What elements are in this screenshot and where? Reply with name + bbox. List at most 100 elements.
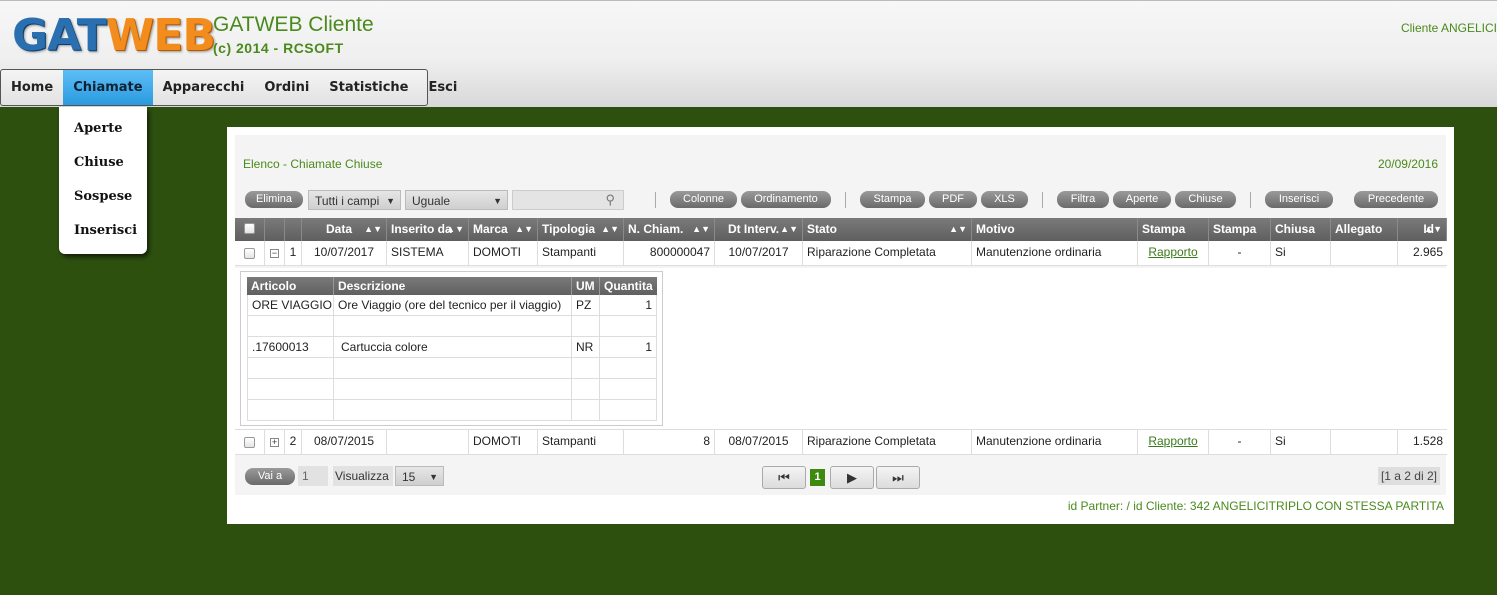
filtra-button[interactable]: Filtra: [1057, 191, 1109, 208]
panel-date: 20/09/2016: [1377, 157, 1438, 171]
precedente-button[interactable]: Precedente: [1354, 191, 1438, 208]
header-stato-label: Stato: [807, 222, 837, 236]
vai-a-button[interactable]: Vai a: [245, 468, 295, 485]
page-input[interactable]: 1: [298, 466, 328, 486]
first-page-button[interactable]: ⏮: [762, 466, 806, 489]
cell-um: [572, 316, 600, 337]
chiamate-dropdown: Aperte Chiuse Sospese Inserisci: [59, 107, 147, 254]
last-page-icon: ⏭: [892, 470, 904, 485]
xls-button[interactable]: XLS: [981, 191, 1028, 208]
header-stampa-1-label: Stampa: [1142, 222, 1186, 236]
header-stampa-1[interactable]: Stampa: [1138, 218, 1209, 241]
aperte-button[interactable]: Aperte: [1113, 191, 1171, 208]
rapporto-link[interactable]: Rapporto: [1148, 245, 1197, 259]
toolbar-divider: [655, 192, 656, 208]
header-n-chiam[interactable]: N. Chiam. ▲▼: [624, 218, 715, 241]
cell-dt-interv: 08/07/2015: [715, 430, 803, 455]
sort-icon: ▲▼: [446, 224, 464, 234]
search-input[interactable]: ⚲: [512, 190, 624, 210]
cell-articolo: [247, 316, 334, 337]
header-n-chiam-label: N. Chiam.: [628, 222, 684, 236]
field-select-value: Tutti i campi: [315, 194, 380, 208]
cell-tipologia: Stampanti: [538, 241, 624, 266]
cell-um: [572, 400, 600, 421]
header-chiusa[interactable]: Chiusa: [1271, 218, 1331, 241]
main-menu: Home Chiamate Apparecchi Ordini Statisti…: [0, 69, 457, 106]
sort-icon: ▲▼: [692, 224, 710, 234]
menu-chiamate[interactable]: Chiamate: [63, 70, 153, 105]
cell-stampa-2: -: [1209, 430, 1271, 455]
search-icon: ⚲: [605, 192, 615, 207]
rapporto-link[interactable]: Rapporto: [1148, 434, 1197, 448]
cell-quantita: [600, 400, 657, 421]
cell-id: 1.528: [1412, 434, 1443, 448]
header-motivo-label: Motivo: [976, 222, 1015, 236]
cell-descrizione: Ore Viaggio (ore del tecnico per il viag…: [334, 295, 572, 316]
articolo-row: .17600013 Cartuccia colore NR 1: [247, 337, 657, 358]
operator-select[interactable]: Uguale ▼: [405, 190, 508, 210]
header-stampa-2[interactable]: Stampa: [1209, 218, 1271, 241]
menu-home[interactable]: Home: [1, 70, 63, 105]
header-stato[interactable]: Stato ▲▼: [803, 218, 972, 241]
cell-descrizione: [334, 379, 572, 400]
dropdown-item-chiuse[interactable]: Chiuse: [59, 146, 147, 180]
articolo-row: [247, 400, 657, 421]
sort-icon: ▲▼: [601, 224, 619, 234]
menu-apparecchi[interactable]: Apparecchi: [153, 70, 255, 105]
cell-quantita: [600, 358, 657, 379]
table-row[interactable]: − 1 10/07/2017 SISTEMA DOMOTI Stampanti …: [235, 241, 1447, 266]
first-page-icon: ⏮: [778, 470, 790, 485]
dropdown-item-inserisci[interactable]: Inserisci: [59, 214, 147, 248]
articolo-row: [247, 379, 657, 400]
table-row[interactable]: + 2 08/07/2015 DOMOTI Stampanti 8 08/07/…: [235, 430, 1447, 455]
header-allegato[interactable]: Allegato: [1331, 218, 1398, 241]
menu-ordini[interactable]: Ordini: [254, 70, 319, 105]
row-checkbox[interactable]: [235, 430, 265, 455]
header-quantita: Quantita: [604, 279, 653, 293]
header-tipologia[interactable]: Tipologia ▲▼: [538, 218, 624, 241]
rapporto-link-cell: Rapporto: [1138, 241, 1209, 266]
collapse-icon[interactable]: −: [265, 241, 285, 266]
header-num: [285, 218, 302, 241]
chiuse-button[interactable]: Chiuse: [1175, 191, 1236, 208]
cell-descrizione: [334, 316, 572, 337]
current-page[interactable]: 1: [810, 469, 825, 486]
cell-chiusa: Si: [1271, 241, 1331, 266]
cell-stampa-2: -: [1209, 241, 1271, 266]
sort-icon: ▲▼: [780, 224, 798, 234]
row-detail: Articolo Descrizione UM Quantita ORE VIA…: [235, 268, 1447, 430]
stampa-button[interactable]: Stampa: [860, 191, 925, 208]
expand-icon[interactable]: +: [265, 430, 285, 455]
field-select[interactable]: Tutti i campi ▼: [308, 190, 401, 210]
cell-motivo: Manutenzione ordinaria: [972, 430, 1138, 455]
header-dt-interv[interactable]: Dt Interv. ▲▼: [715, 218, 803, 241]
header-marca[interactable]: Marca ▲▼: [469, 218, 538, 241]
sort-icon: ▲▼: [515, 224, 533, 234]
header-data[interactable]: Data ▲▼: [302, 218, 387, 241]
ordinamento-button[interactable]: Ordinamento: [741, 191, 831, 208]
colonne-button[interactable]: Colonne: [670, 191, 737, 208]
menu-esci[interactable]: Esci: [419, 70, 468, 105]
next-page-button[interactable]: ▶: [830, 466, 874, 489]
header-descrizione: Descrizione: [334, 277, 572, 295]
cell-data: 10/07/2017: [302, 241, 387, 266]
last-page-button[interactable]: ⏭: [876, 466, 920, 489]
select-all-checkbox[interactable]: [235, 218, 265, 241]
pdf-button[interactable]: PDF: [929, 191, 977, 208]
cell-um: [572, 379, 600, 400]
menu-statistiche[interactable]: Statistiche: [319, 70, 418, 105]
toolbar: Elimina Tutti i campi ▼ Uguale ▼ ⚲ Colonne…: [245, 190, 1445, 210]
header-id[interactable]: Id ▲▼: [1398, 218, 1447, 241]
header-inserito-da-label: Inserito da: [391, 222, 452, 236]
elimina-button[interactable]: Elimina: [245, 191, 303, 208]
header-chiusa-label: Chiusa: [1275, 222, 1316, 236]
dropdown-item-aperte[interactable]: Aperte: [59, 112, 147, 146]
cell-quantita: [600, 316, 657, 337]
header-motivo[interactable]: Motivo: [972, 218, 1138, 241]
row-checkbox[interactable]: [235, 241, 265, 266]
header-inserito-da[interactable]: Inserito da ▲▼: [387, 218, 469, 241]
dropdown-item-sospese[interactable]: Sospese: [59, 180, 147, 214]
inserisci-button[interactable]: Inserisci: [1265, 191, 1333, 208]
page-size-select[interactable]: 15 ▼: [395, 466, 444, 486]
panel-title: Elenco - Chiamate Chiuse: [243, 157, 383, 171]
